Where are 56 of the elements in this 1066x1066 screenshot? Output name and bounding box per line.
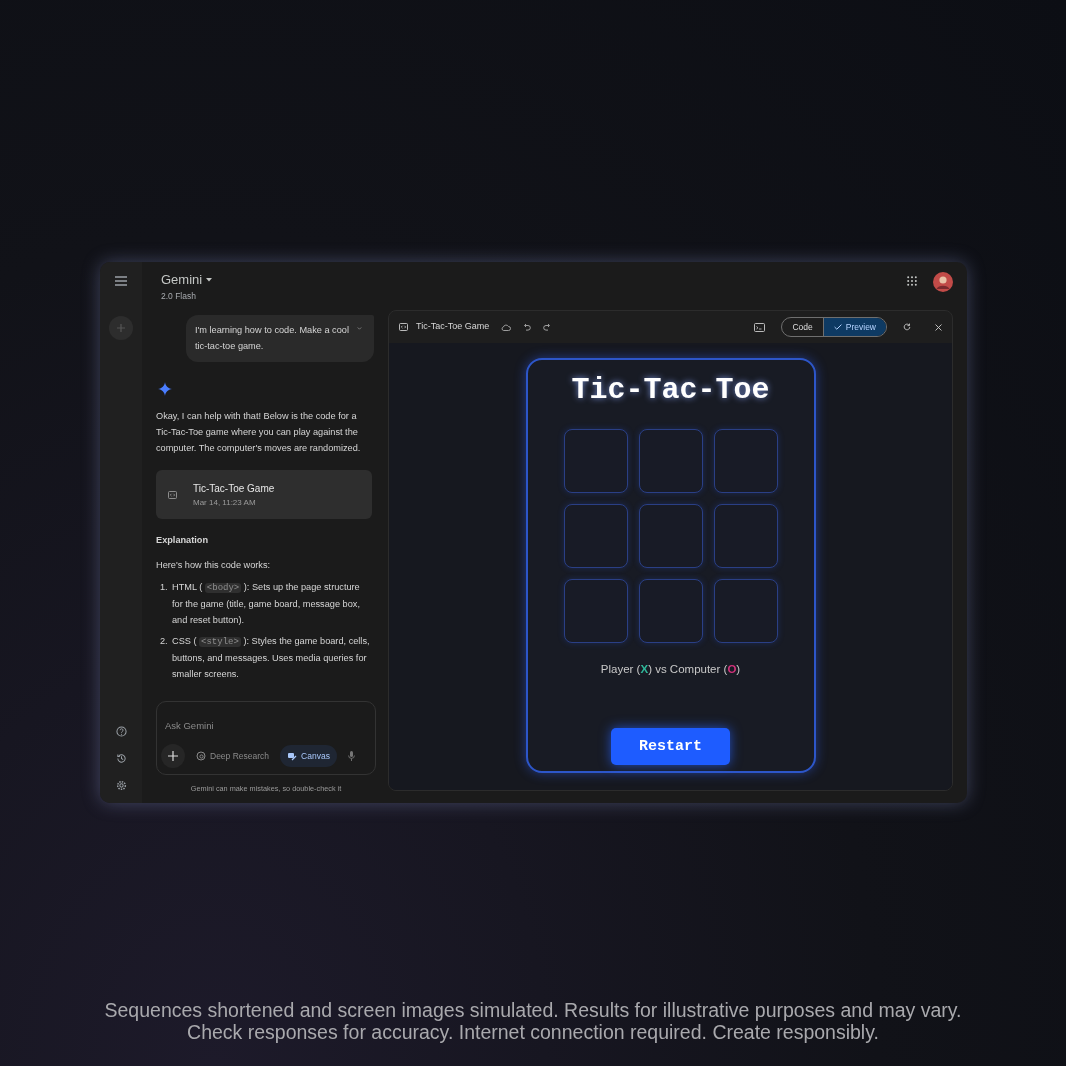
tool-chip[interactable]: Canvas	[280, 744, 337, 768]
add-button[interactable]	[161, 744, 185, 769]
prompt-input[interactable]: Ask Gemini	[161, 719, 371, 734]
close-icon[interactable]	[935, 323, 942, 331]
reply-text: Okay, I can help with that! Below is the code for a Tic-Tac-Toe game where you can play against the computer. The computer's moves are randomized.	[156, 410, 362, 455]
board-cell[interactable]	[713, 504, 778, 568]
section-heading: Explanation	[156, 534, 210, 547]
avatar[interactable]	[933, 272, 953, 292]
cloud-icon[interactable]	[501, 323, 512, 331]
board-cell[interactable]	[713, 429, 778, 493]
list-number: 1.	[160, 581, 169, 594]
board-cell[interactable]	[638, 579, 703, 643]
restart-button[interactable]: Restart	[611, 728, 730, 766]
paragraph: Here's how this code works:	[156, 559, 272, 572]
sparkle-icon	[158, 382, 172, 396]
microphone-icon[interactable]	[348, 751, 355, 762]
board-cell[interactable]	[638, 429, 703, 493]
list-item-text: HTML ( <body> ): Sets up the page structure for the game (title, game board, message box, and reset button).	[172, 581, 361, 627]
canvas-icon	[287, 751, 298, 762]
list-number: 2.	[160, 635, 169, 648]
caption-line: Check responses for accuracy. Internet connection required. Create responsibly.	[186, 1021, 880, 1043]
apps-grid-icon[interactable]	[907, 276, 917, 286]
artifact-card[interactable]: Tic-Tac-Toe Game Mar 14, 11:23 AM	[156, 470, 372, 519]
game-title: Tic-Tac-Toe	[571, 372, 770, 409]
tool-chip[interactable]: Deep Research	[189, 744, 277, 768]
redo-icon[interactable]	[543, 323, 552, 331]
view-tab[interactable]: Code	[782, 318, 823, 336]
list-item-text: CSS ( <style> ): Styles the game board, cells, buttons, and messages. Uses media queries for smaller screens.	[172, 635, 371, 681]
terminal-icon[interactable]	[754, 322, 766, 332]
canvas-title: Tic-Tac-Toe Game	[416, 320, 490, 334]
plus-icon	[116, 323, 126, 333]
code-icon	[168, 491, 177, 499]
help-icon[interactable]	[115, 726, 127, 737]
user-message: I'm learning how to code. Make a cool tic-tac-toe game.	[195, 324, 350, 353]
model-name: 2.0 Flash	[161, 290, 197, 303]
refresh-icon[interactable]	[903, 323, 911, 331]
game-status: Player (X) vs Computer (O)	[600, 662, 741, 677]
undo-icon[interactable]	[523, 323, 532, 331]
board-cell[interactable]	[638, 504, 703, 568]
board-cell[interactable]	[563, 504, 628, 568]
view-tab[interactable]: Preview	[822, 318, 886, 336]
board-cell[interactable]	[713, 579, 778, 643]
board-cell[interactable]	[563, 579, 628, 643]
settings-icon[interactable]	[115, 780, 127, 791]
history-icon[interactable]	[115, 753, 127, 764]
check-icon	[833, 324, 842, 330]
artifact-date: Mar 14, 11:23 AM	[193, 497, 257, 509]
plus-icon	[168, 751, 178, 762]
code-icon	[399, 323, 408, 331]
magnifier-icon	[196, 751, 206, 762]
caption-line: Sequences shortened and screen images simulated. Results for illustrative purposes and may vary.	[103, 999, 963, 1021]
app-title[interactable]: Gemini	[161, 272, 203, 288]
menu-icon[interactable]	[115, 276, 127, 286]
artifact-title: Tic-Tac-Toe Game	[193, 482, 275, 496]
caret-icon[interactable]	[206, 278, 213, 282]
board-cell[interactable]	[563, 429, 628, 493]
